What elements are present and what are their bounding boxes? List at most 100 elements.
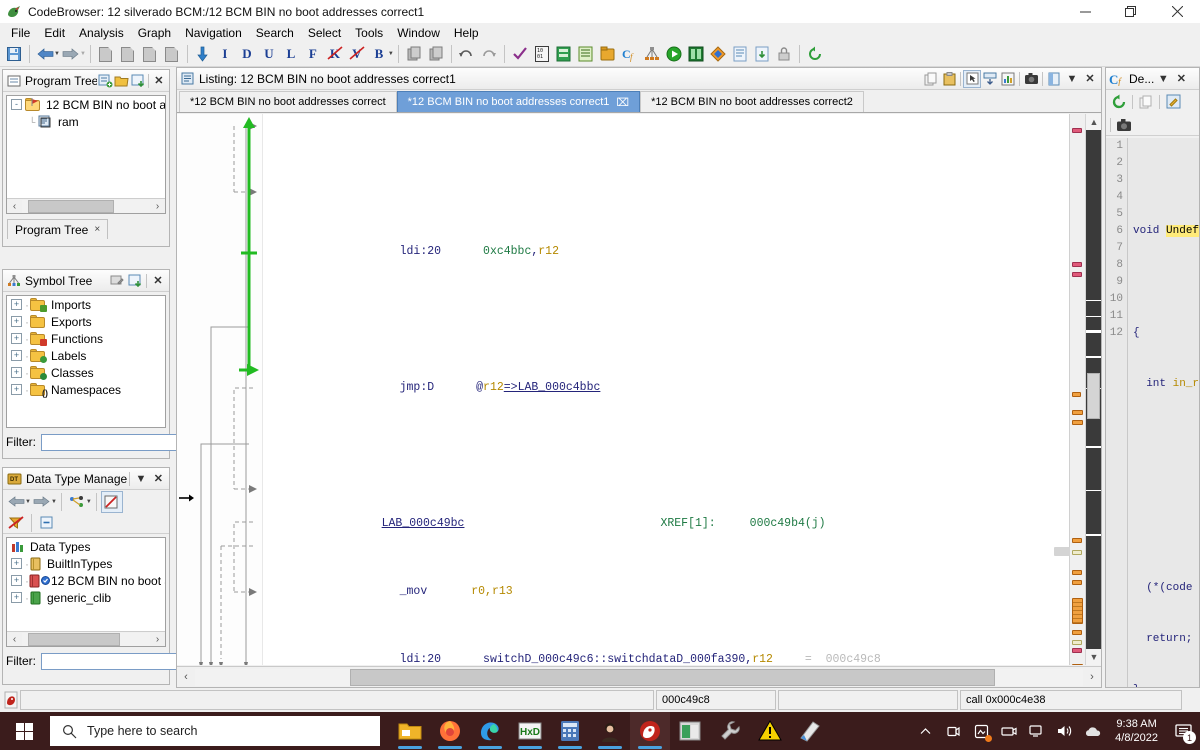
taskbar-app-user-photo[interactable] <box>590 712 630 750</box>
refresh-icon[interactable] <box>1108 91 1130 113</box>
taskbar-app-notebook[interactable] <box>790 712 830 750</box>
listing-tab-0[interactable]: *12 BCM BIN no boot addresses correct <box>179 91 397 112</box>
bookmark-marker[interactable] <box>1072 392 1081 397</box>
diff-icon[interactable] <box>981 70 999 88</box>
taskbar-app-ghidra[interactable] <box>630 712 670 750</box>
copy-program-icon[interactable] <box>161 43 183 65</box>
scroll-down-icon[interactable]: ▼ <box>1086 649 1101 665</box>
code-operand-reg[interactable]: r12 <box>752 653 773 665</box>
copy-icon[interactable] <box>1135 91 1157 113</box>
hscroll-track[interactable] <box>22 199 150 213</box>
open-folder-icon[interactable] <box>113 72 129 90</box>
expander-icon[interactable]: + <box>11 299 22 310</box>
tab-program-tree[interactable]: Program Tree × <box>7 219 109 239</box>
symbol-node-labels[interactable]: + · Labels <box>7 347 165 364</box>
decompiler-source[interactable]: void Undef { int in_r (*(code return; } <box>1128 138 1199 687</box>
bookmark-marker[interactable] <box>1072 598 1083 624</box>
snapshot-icon[interactable] <box>129 72 145 90</box>
data-types-hscrollbar[interactable]: ‹ › <box>7 631 165 646</box>
expander-icon[interactable]: - <box>11 99 22 110</box>
menu-navigation[interactable]: Navigation <box>178 24 249 42</box>
scroll-left-icon[interactable]: ‹ <box>177 671 195 683</box>
program-trees-tree[interactable]: - 12 BCM BIN no boot addr └ ram <box>6 95 166 214</box>
data-types-root[interactable]: Data Types <box>7 538 165 555</box>
symbol-node-namespaces[interactable]: + · () Namespaces <box>7 381 165 398</box>
expander-icon[interactable]: + <box>11 384 22 395</box>
screenshot-tray-icon[interactable] <box>967 712 995 750</box>
bookmark-filter-b-icon[interactable]: B <box>368 43 390 65</box>
code-operand-reg[interactable]: r0,r13 <box>471 585 512 598</box>
data-type-node-builtin[interactable]: + · BuiltInTypes <box>7 555 165 572</box>
check-icon[interactable] <box>509 43 531 65</box>
media-tray-icon[interactable] <box>995 712 1023 750</box>
taskbar-app-microsoft-edge[interactable] <box>470 712 510 750</box>
scroll-right-icon[interactable]: › <box>150 201 165 212</box>
symbol-node-classes[interactable]: + · Classes <box>7 364 165 381</box>
maximize-button[interactable] <box>1108 0 1154 23</box>
code-line-instruction[interactable]: ldi:20 switchD_000c49c6::switchdataD_000f… <box>263 634 1069 665</box>
tree-node-program[interactable]: - 12 BCM BIN no boot addr <box>7 96 165 113</box>
forward-arrow-icon[interactable] <box>60 43 82 65</box>
chevron-down-icon[interactable]: ▼ <box>1063 70 1081 88</box>
bookmark-marker[interactable] <box>1072 420 1083 425</box>
select-all-icon[interactable] <box>425 43 447 65</box>
code-mnemonic[interactable]: _mov <box>400 585 428 598</box>
function-filter-f-icon[interactable]: F <box>302 43 324 65</box>
back-arrow-icon[interactable] <box>34 43 56 65</box>
v-filter-icon[interactable]: V <box>346 43 368 65</box>
back-arrow-icon[interactable] <box>5 491 27 513</box>
snapshot-icon[interactable] <box>139 43 161 65</box>
bookmark-marker[interactable] <box>1072 570 1082 575</box>
tree-node-ram[interactable]: └ ram <box>7 113 165 130</box>
bookmark-marker[interactable] <box>1072 580 1082 585</box>
close-icon[interactable]: ✕ <box>150 470 167 488</box>
call-tree-icon[interactable] <box>641 43 663 65</box>
bookmark-marker[interactable] <box>1072 648 1082 653</box>
hscroll-thumb[interactable] <box>28 199 114 213</box>
hscroll-thumb[interactable] <box>350 668 995 686</box>
paste-icon[interactable] <box>940 70 958 88</box>
start-button[interactable] <box>0 712 48 750</box>
bookmark-marker[interactable] <box>1072 128 1082 133</box>
decompiler-line[interactable]: void Undef <box>1133 223 1199 240</box>
undefined-filter-u-icon[interactable]: U <box>258 43 280 65</box>
diff-icon[interactable] <box>707 43 729 65</box>
function-graph-icon[interactable] <box>597 43 619 65</box>
display-tray-icon[interactable] <box>1023 712 1051 750</box>
next-program-icon[interactable] <box>95 43 117 65</box>
code-mnemonic[interactable]: ldi:20 <box>400 245 441 258</box>
camera-icon[interactable] <box>1022 70 1040 88</box>
console-icon[interactable] <box>685 43 707 65</box>
expander-icon[interactable]: + <box>11 367 22 378</box>
bookmark-marker[interactable] <box>1072 550 1082 555</box>
expander-icon[interactable]: + <box>11 575 22 586</box>
notification-center-button[interactable]: 1 <box>1166 712 1200 750</box>
ghidra-dragon-icon[interactable] <box>2 690 20 710</box>
prev-program-icon[interactable] <box>117 43 139 65</box>
code-line-instruction[interactable]: _mov r0,r13 <box>263 566 1069 598</box>
decompiler-icon[interactable]: Cf <box>619 43 641 65</box>
disassembly-code[interactable]: switchD_000c49c6::caseD_6XREF[1]:000c49c… <box>263 114 1069 665</box>
menu-analysis[interactable]: Analysis <box>72 24 131 42</box>
menu-tools[interactable]: Tools <box>348 24 390 42</box>
code-mnemonic[interactable]: jmp:D <box>400 381 435 394</box>
expander-icon[interactable]: + <box>11 558 22 569</box>
decompiler-line[interactable]: (*(code <box>1133 580 1199 597</box>
menu-search[interactable]: Search <box>249 24 301 42</box>
code-line-label[interactable]: switchD_000c49c6::caseD_6XREF[1]:000c49c… <box>263 161 1069 175</box>
scroll-right-icon[interactable]: › <box>150 634 165 645</box>
k-filter-icon[interactable]: K <box>324 43 346 65</box>
bookmark-marker[interactable] <box>1072 664 1083 665</box>
tab-close-icon[interactable]: × <box>94 224 100 235</box>
bookmark-marker[interactable] <box>1072 640 1082 645</box>
chart-icon[interactable] <box>999 70 1017 88</box>
data-types-tree[interactable]: Data Types + · BuiltInTypes + · 12 BCM B… <box>6 537 166 647</box>
code-label[interactable]: LAB_000c49bc <box>382 517 465 530</box>
listing-tab-1[interactable]: *12 BCM BIN no boot addresses correct1 ⌧ <box>396 91 641 112</box>
decompiler-line[interactable]: return; <box>1133 631 1199 648</box>
code-line-instruction[interactable]: ldi:20 0xc4bbc,r12 <box>263 226 1069 258</box>
hscroll-thumb[interactable] <box>28 632 120 646</box>
menu-window[interactable]: Window <box>390 24 447 42</box>
code-mnemonic[interactable]: ldi:20 <box>400 653 441 665</box>
expander-icon[interactable]: + <box>11 350 22 361</box>
